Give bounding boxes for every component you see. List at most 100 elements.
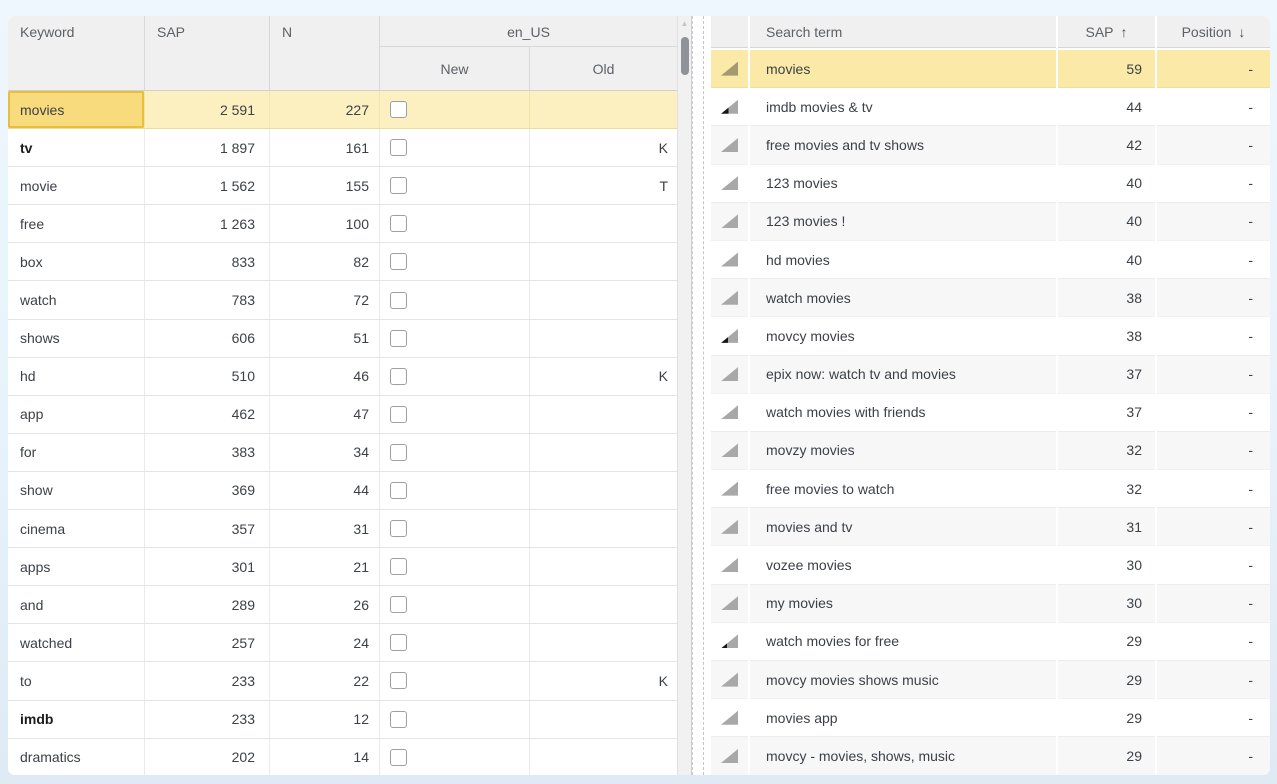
keyword-cell[interactable]: apps <box>8 548 145 585</box>
keyword-cell[interactable]: watch <box>8 281 145 318</box>
keyword-row[interactable]: for38334 <box>8 434 677 472</box>
search-term-cell[interactable]: movcy movies <box>750 317 1056 355</box>
search-term-cell[interactable]: movcy movies shows music <box>750 661 1056 699</box>
keyword-row[interactable]: shows60651 <box>8 320 677 358</box>
new-checkbox[interactable] <box>390 406 407 423</box>
col-header-n[interactable]: N <box>270 16 380 90</box>
search-term-cell[interactable]: my movies <box>750 585 1056 623</box>
search-term-row[interactable]: watch movies for free29- <box>711 623 1270 661</box>
col-header-sap[interactable]: SAP <box>145 16 270 90</box>
keyword-row[interactable]: hd51046K <box>8 358 677 396</box>
search-term-cell[interactable]: movies app <box>750 699 1056 737</box>
col-header-position[interactable]: Position ↓ <box>1157 16 1270 48</box>
col-header-keyword[interactable]: Keyword <box>8 16 145 90</box>
keyword-row[interactable]: tv1 897161K <box>8 129 677 167</box>
col-header-new[interactable]: New <box>380 47 530 90</box>
search-term-cell[interactable]: watch movies <box>750 279 1056 317</box>
search-term-cell[interactable]: 123 movies <box>750 165 1056 203</box>
new-checkbox[interactable] <box>390 253 407 270</box>
new-checkbox[interactable] <box>390 139 407 156</box>
keyword-cell[interactable]: app <box>8 396 145 433</box>
keyword-cell[interactable]: shows <box>8 320 145 357</box>
search-term-cell[interactable]: watch movies for free <box>750 623 1056 661</box>
search-term-row[interactable]: movzy movies32- <box>711 432 1270 470</box>
keyword-row[interactable]: box83382 <box>8 243 677 281</box>
search-term-cell[interactable]: free movies to watch <box>750 470 1056 508</box>
search-term-row[interactable]: 123 movies40- <box>711 165 1270 203</box>
search-term-cell[interactable]: movzy movies <box>750 432 1056 470</box>
keyword-cell[interactable]: and <box>8 586 145 623</box>
keyword-cell[interactable]: show <box>8 472 145 509</box>
new-checkbox[interactable] <box>390 215 407 232</box>
keyword-row[interactable]: show36944 <box>8 472 677 510</box>
search-term-cell[interactable]: 123 movies ! <box>750 203 1056 241</box>
search-term-row[interactable]: movies59- <box>711 50 1270 88</box>
keyword-row[interactable]: imdb23312 <box>8 701 677 739</box>
search-term-row[interactable]: 123 movies !40- <box>711 203 1270 241</box>
search-term-row[interactable]: vozee movies30- <box>711 546 1270 584</box>
new-checkbox[interactable] <box>390 672 407 689</box>
new-checkbox[interactable] <box>390 558 407 575</box>
search-term-cell[interactable]: vozee movies <box>750 546 1056 584</box>
search-term-cell[interactable]: epix now: watch tv and movies <box>750 356 1056 394</box>
new-checkbox[interactable] <box>390 444 407 461</box>
search-term-cell[interactable]: free movies and tv shows <box>750 126 1056 164</box>
keyword-cell[interactable]: to <box>8 662 145 699</box>
new-checkbox[interactable] <box>390 634 407 651</box>
scrollbar-thumb[interactable] <box>681 37 689 75</box>
keyword-cell[interactable]: free <box>8 205 145 242</box>
search-term-row[interactable]: movies app29- <box>711 699 1270 737</box>
keyword-cell[interactable]: for <box>8 434 145 471</box>
panel-splitter[interactable] <box>692 16 711 775</box>
col-header-search-term[interactable]: Search term <box>750 16 1056 48</box>
new-checkbox[interactable] <box>390 749 407 766</box>
new-checkbox[interactable] <box>390 520 407 537</box>
new-checkbox[interactable] <box>390 292 407 309</box>
search-term-row[interactable]: imdb movies & tv44- <box>711 88 1270 126</box>
keyword-row[interactable]: free1 263100 <box>8 205 677 243</box>
left-scrollbar[interactable]: ▲ <box>677 16 691 775</box>
keyword-row[interactable]: dramatics20214 <box>8 739 677 775</box>
keyword-row[interactable]: watch78372 <box>8 281 677 319</box>
search-term-row[interactable]: free movies and tv shows42- <box>711 126 1270 164</box>
keyword-cell[interactable]: imdb <box>8 701 145 738</box>
search-term-row[interactable]: hd movies40- <box>711 241 1270 279</box>
keyword-row[interactable]: app46247 <box>8 396 677 434</box>
search-term-row[interactable]: movcy - movies, shows, music29- <box>711 737 1270 775</box>
keyword-row[interactable]: movies2 591227 <box>8 91 677 129</box>
search-term-cell[interactable]: movcy - movies, shows, music <box>750 737 1056 775</box>
search-term-row[interactable]: movcy movies shows music29- <box>711 661 1270 699</box>
keyword-cell[interactable]: dramatics <box>8 739 145 775</box>
new-checkbox[interactable] <box>390 330 407 347</box>
search-term-cell[interactable]: imdb movies & tv <box>750 88 1056 126</box>
keyword-row[interactable]: movie1 562155T <box>8 167 677 205</box>
search-term-row[interactable]: watch movies38- <box>711 279 1270 317</box>
search-term-cell[interactable]: movies and tv <box>750 508 1056 546</box>
keyword-cell[interactable]: hd <box>8 358 145 395</box>
search-term-cell[interactable]: movies <box>750 50 1056 88</box>
new-checkbox[interactable] <box>390 101 407 118</box>
search-term-row[interactable]: free movies to watch32- <box>711 470 1270 508</box>
keyword-row[interactable]: apps30121 <box>8 548 677 586</box>
new-checkbox[interactable] <box>390 482 407 499</box>
keyword-cell[interactable]: movies <box>8 91 145 128</box>
new-checkbox[interactable] <box>390 177 407 194</box>
keyword-cell[interactable]: box <box>8 243 145 280</box>
search-term-row[interactable]: my movies30- <box>711 585 1270 623</box>
keyword-row[interactable]: to23322K <box>8 662 677 700</box>
keyword-row[interactable]: and28926 <box>8 586 677 624</box>
search-term-cell[interactable]: watch movies with friends <box>750 394 1056 432</box>
scroll-up-icon[interactable]: ▲ <box>681 19 689 29</box>
keyword-cell[interactable]: watched <box>8 624 145 661</box>
new-checkbox[interactable] <box>390 711 407 728</box>
keyword-cell[interactable]: movie <box>8 167 145 204</box>
search-term-row[interactable]: watch movies with friends37- <box>711 394 1270 432</box>
new-checkbox[interactable] <box>390 368 407 385</box>
search-term-row[interactable]: movcy movies38- <box>711 317 1270 355</box>
search-term-row[interactable]: movies and tv31- <box>711 508 1270 546</box>
col-header-old[interactable]: Old <box>530 47 677 90</box>
new-checkbox[interactable] <box>390 596 407 613</box>
search-term-row[interactable]: epix now: watch tv and movies37- <box>711 356 1270 394</box>
keyword-cell[interactable]: tv <box>8 129 145 166</box>
keyword-row[interactable]: cinema35731 <box>8 510 677 548</box>
